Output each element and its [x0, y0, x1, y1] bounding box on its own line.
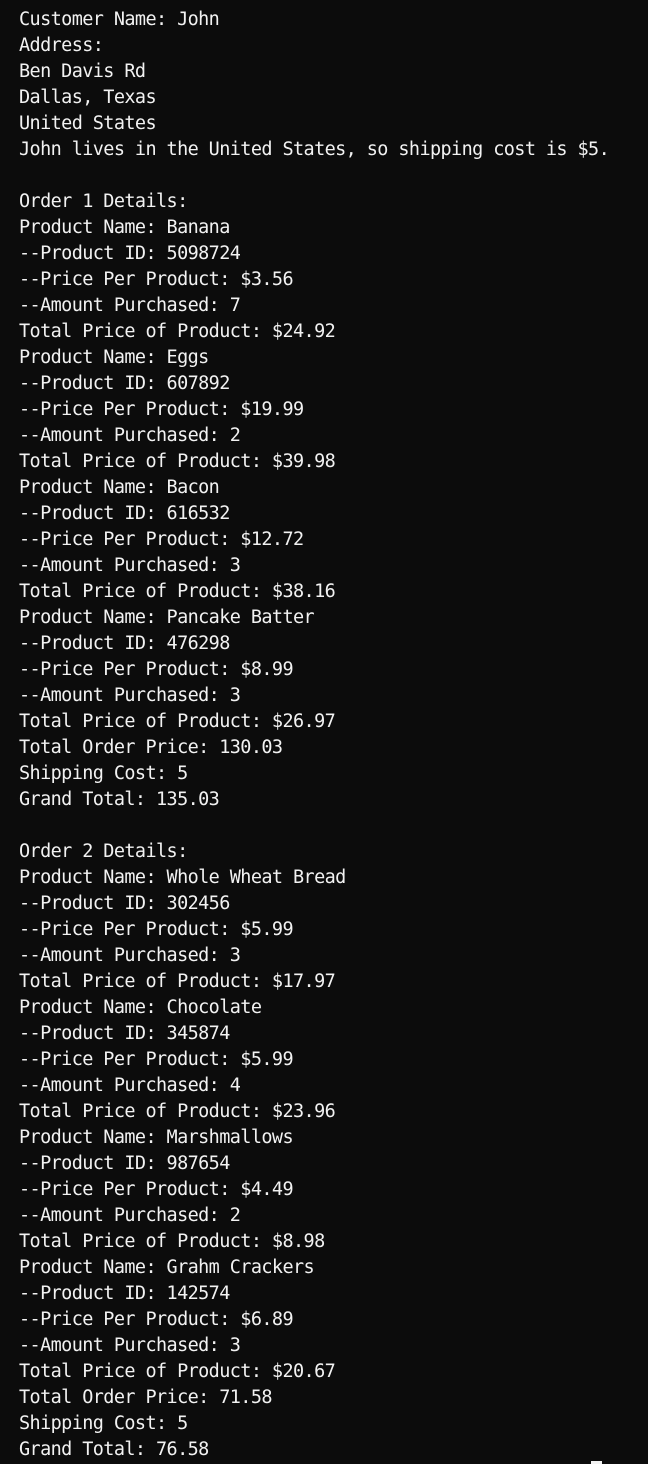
- console-line: --Price Per Product: $4.49: [19, 1179, 294, 1200]
- console-line: --Product ID: 345874: [19, 1023, 230, 1044]
- console-line: --Price Per Product: $5.99: [19, 1049, 294, 1070]
- console-line: United States: [19, 113, 157, 134]
- console-line: --Product ID: 302456: [19, 893, 230, 914]
- console-line: Total Price of Product: $26.97: [19, 711, 336, 732]
- console-line: --Product ID: 476298: [19, 633, 230, 654]
- console-line: Total Price of Product: $24.92: [19, 321, 336, 342]
- console-line: Product Name: Bacon: [19, 477, 220, 498]
- console-line: Total Order Price: 130.03: [19, 737, 283, 758]
- console-line: Total Price of Product: $17.97: [19, 971, 336, 992]
- console-line: Product Name: Chocolate: [19, 997, 262, 1018]
- console-line: Total Price of Product: $8.98: [19, 1231, 325, 1252]
- console-line: Product Name: Whole Wheat Bread: [19, 867, 346, 888]
- console-line: --Amount Purchased: 2: [19, 425, 241, 446]
- console-line: --Amount Purchased: 7: [19, 295, 241, 316]
- console-line: Grand Total: 135.03: [19, 789, 220, 810]
- console-line: --Price Per Product: $6.89: [19, 1309, 294, 1330]
- console-line: Total Price of Product: $23.96: [19, 1101, 336, 1122]
- console-line: Grand Total: 76.58: [19, 1439, 209, 1460]
- console-line: Product Name: Grahm Crackers: [19, 1257, 315, 1278]
- console-line: Dallas, Texas: [19, 87, 157, 108]
- console-line: --Amount Purchased: 3: [19, 685, 241, 706]
- console-line: Ben Davis Rd: [19, 61, 146, 82]
- console-line: Shipping Cost: 5: [19, 763, 188, 784]
- console-line: --Price Per Product: $3.56: [19, 269, 294, 290]
- console-line: --Amount Purchased: 3: [19, 945, 241, 966]
- console-line: Shipping Cost: 5: [19, 1413, 188, 1434]
- console-line: Total Price of Product: $38.16: [19, 581, 336, 602]
- console-line: Total Order Price: 71.58: [19, 1387, 273, 1408]
- console-line: Product Name: Marshmallows: [19, 1127, 294, 1148]
- console-line: --Product ID: 607892: [19, 373, 230, 394]
- console-line: --Amount Purchased: 3: [19, 555, 241, 576]
- console-line: Address:: [19, 35, 104, 56]
- console-line: --Amount Purchased: 3: [19, 1335, 241, 1356]
- console-line: Order 2 Details:: [19, 841, 188, 862]
- console-line: --Price Per Product: $8.99: [19, 659, 294, 680]
- console-line: John lives in the United States, so ship…: [19, 139, 610, 160]
- console-line: --Price Per Product: $12.72: [19, 529, 304, 550]
- console-line: --Product ID: 987654: [19, 1153, 230, 1174]
- console-line: Product Name: Banana: [19, 217, 230, 238]
- console-line: Total Price of Product: $20.67: [19, 1361, 336, 1382]
- console-line: Total Price of Product: $39.98: [19, 451, 336, 472]
- console-line: --Price Per Product: $19.99: [19, 399, 304, 420]
- console-line: --Product ID: 142574: [19, 1283, 230, 1304]
- console-line: Customer Name: John: [19, 9, 220, 30]
- console-line: --Amount Purchased: 2: [19, 1205, 241, 1226]
- console-line: Product Name: Pancake Batter: [19, 607, 315, 628]
- console-line: --Product ID: 616532: [19, 503, 230, 524]
- console-line: Product Name: Eggs: [19, 347, 209, 368]
- console-output[interactable]: Customer Name: John Address: Ben Davis R…: [0, 0, 648, 1464]
- console-line: --Product ID: 5098724: [19, 243, 241, 264]
- console-line: Order 1 Details:: [19, 191, 188, 212]
- console-line: --Amount Purchased: 4: [19, 1075, 241, 1096]
- console-line: --Price Per Product: $5.99: [19, 919, 294, 940]
